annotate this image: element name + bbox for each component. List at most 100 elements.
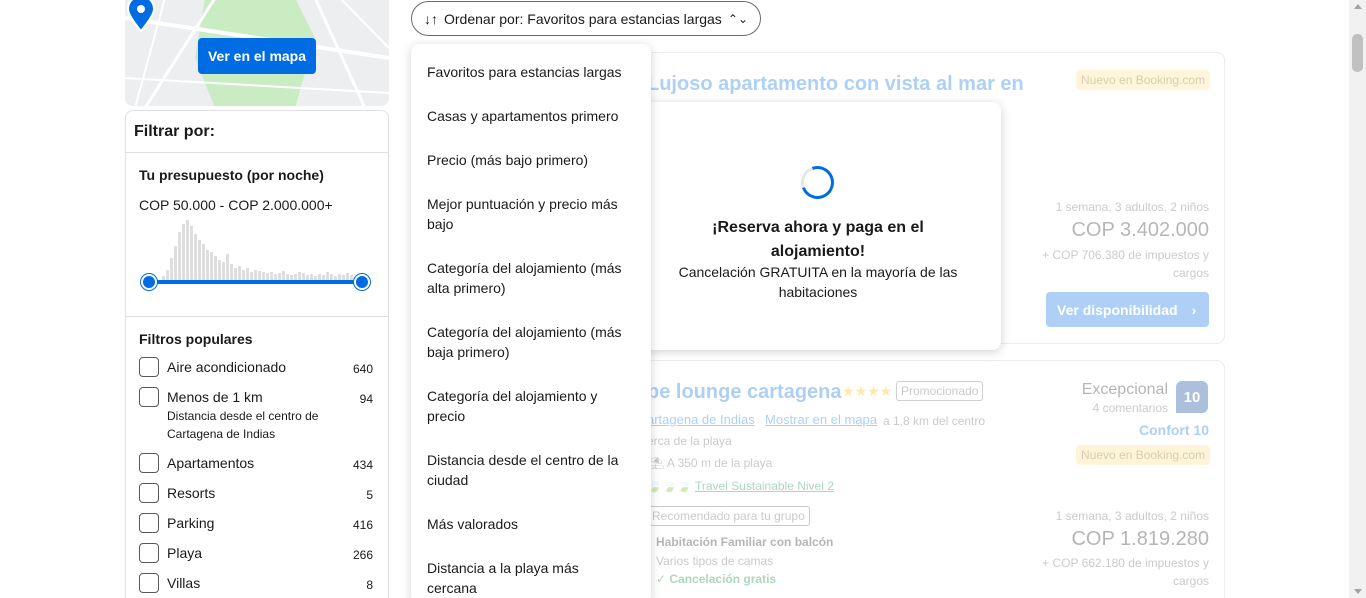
sort-option[interactable]: Casas y apartamentos primero xyxy=(427,106,632,126)
review-score[interactable]: 10 xyxy=(1176,381,1208,413)
histogram-bar xyxy=(202,244,205,280)
histogram-bar xyxy=(230,264,233,280)
filter-option[interactable]: Parking 416 xyxy=(139,513,375,533)
histogram-bar xyxy=(166,270,169,280)
histogram-bar xyxy=(298,272,301,280)
popular-filters: Filtros populares Aire acondicionado 640… xyxy=(126,317,388,593)
histogram-bar xyxy=(302,273,305,280)
histogram-bar xyxy=(266,273,269,280)
filter-count: 266 xyxy=(352,548,373,562)
histogram-bar xyxy=(238,266,241,280)
histogram-bar xyxy=(234,268,237,280)
checkbox[interactable] xyxy=(139,387,159,407)
checkbox[interactable] xyxy=(139,453,159,473)
property-title[interactable]: Lujoso apartamento con vista al mar en xyxy=(647,73,1024,96)
filter-count: 5 xyxy=(366,488,373,502)
property-card: be lounge cartagena ★★★★ Promocionado ar… xyxy=(628,360,1225,598)
filter-option[interactable]: Playa 266 xyxy=(139,543,375,563)
room-name: Habitación Familiar con balcón xyxy=(656,535,834,549)
histogram-bar xyxy=(178,232,181,280)
taxes: + COP 706.380 de impuestos y cargos xyxy=(1042,248,1209,280)
see-availability-button[interactable]: Ver disponibilidad › xyxy=(1046,292,1209,327)
histogram-bar xyxy=(258,271,261,280)
histogram-bar xyxy=(278,273,281,280)
free-cancellation-text: Cancelación gratis xyxy=(669,572,777,586)
sort-button[interactable]: ↓↑ Ordenar por: Favoritos para estancias… xyxy=(411,1,761,36)
sort-option[interactable]: Categoría del alojamiento y precio xyxy=(427,386,632,426)
sort-dropdown: Favoritos para estancias largas Casas y … xyxy=(411,44,651,598)
price: COP 1.819.280 xyxy=(1071,528,1209,550)
filter-option[interactable]: Resorts 5 xyxy=(139,483,375,503)
histogram-bar xyxy=(326,272,329,280)
sort-option[interactable]: Categoría del alojamiento (más alta prim… xyxy=(427,258,632,298)
show-on-map-link[interactable]: Mostrar en el mapa xyxy=(765,412,877,427)
sort-option[interactable]: Más valorados xyxy=(427,514,632,534)
scroll-thumb[interactable] xyxy=(1352,34,1363,72)
filter-sublabel: Distancia desde el centro de Cartagena d… xyxy=(167,409,319,441)
histogram-bar xyxy=(254,270,257,280)
price-slider-min-handle[interactable] xyxy=(141,274,157,290)
checkbox[interactable] xyxy=(139,483,159,503)
histogram-bar xyxy=(346,273,349,280)
sort-arrows-icon: ↓↑ xyxy=(424,10,438,27)
filter-label: Resorts xyxy=(167,485,216,501)
view-on-map-button[interactable]: Ver en el mapa xyxy=(198,38,316,74)
histogram-bar xyxy=(246,268,249,280)
score-word: Excepcional xyxy=(1081,381,1168,398)
taxes: + COP 662.180 de impuestos y cargos xyxy=(1042,556,1209,588)
stay-summary: 1 semana, 3 adultos, 2 niños xyxy=(1055,200,1209,214)
histogram-bar xyxy=(174,246,177,280)
see-availability-label: Ver disponibilidad xyxy=(1057,301,1178,318)
sort-option[interactable]: Distancia desde el centro de la ciudad xyxy=(427,450,632,490)
beach-text: erca de la playa xyxy=(647,434,732,448)
beach-distance: ⛱ A 350 m de la playa xyxy=(649,456,772,470)
filter-count: 640 xyxy=(352,362,373,376)
filter-count: 94 xyxy=(359,392,373,406)
histogram-bar xyxy=(262,272,265,280)
scroll-down-arrow-icon[interactable] xyxy=(1354,589,1362,594)
price-slider-max-handle[interactable] xyxy=(354,274,370,290)
checkbox[interactable] xyxy=(139,513,159,533)
filter-option[interactable]: Apartamentos 434 xyxy=(139,453,375,473)
filter-option[interactable]: Aire acondicionado 640 xyxy=(139,357,375,377)
popular-filters-heading: Filtros populares xyxy=(139,331,253,347)
filter-label: Playa xyxy=(167,545,203,561)
property-title[interactable]: be lounge cartagena xyxy=(647,381,842,404)
histogram-bar xyxy=(206,250,209,280)
sort-option[interactable]: Favoritos para estancias largas xyxy=(427,62,632,82)
sort-option[interactable]: Distancia a la playa más cercana xyxy=(427,558,632,598)
price: COP 3.402.000 xyxy=(1071,219,1209,241)
beach-icon: ⛱ xyxy=(649,456,667,470)
map-pin-icon xyxy=(126,0,156,32)
location-link[interactable]: artagena de Indias xyxy=(647,412,755,427)
chevron-updown-icon: ⌃⌄ xyxy=(727,11,748,26)
dialog-title: ¡Reserva ahora y paga en el alojamiento! xyxy=(712,219,924,260)
filter-count: 434 xyxy=(352,458,373,472)
page: Ver en el mapa Filtrar por: Tu presupues… xyxy=(0,0,1366,598)
map-preview[interactable]: Ver en el mapa xyxy=(125,0,389,106)
histogram-bar xyxy=(226,254,229,280)
histogram-bar xyxy=(170,258,173,280)
price-slider-track[interactable] xyxy=(148,280,362,284)
histogram-bar xyxy=(182,224,185,280)
scroll-up-arrow-icon[interactable] xyxy=(1354,4,1362,9)
histogram-bar xyxy=(198,240,201,280)
sort-option[interactable]: Categoría del alojamiento (más baja prim… xyxy=(427,322,632,362)
histogram-bar xyxy=(218,260,221,280)
page-scrollbar[interactable] xyxy=(1349,0,1366,598)
checkbox[interactable] xyxy=(139,573,159,593)
price-histogram xyxy=(162,218,382,280)
sort-option[interactable]: Precio (más bajo primero) xyxy=(427,150,632,170)
stay-summary: 1 semana, 3 adultos, 2 niños xyxy=(1055,509,1209,523)
checkbox[interactable] xyxy=(139,543,159,563)
checkbox[interactable] xyxy=(139,357,159,377)
filter-option[interactable]: Menos de 1 km Distancia desde el centro … xyxy=(139,387,375,443)
budget-heading: Tu presupuesto (por noche) xyxy=(139,167,324,183)
filter-label: Aire acondicionado xyxy=(167,359,287,375)
star-rating-icon: ★★★★ xyxy=(842,383,893,399)
filter-option[interactable]: Villas 8 xyxy=(139,573,375,593)
histogram-bar xyxy=(270,272,273,280)
budget-range-text: COP 50.000 - COP 2.000.000+ xyxy=(139,197,333,213)
sort-option[interactable]: Mejor puntuación y precio más bajo xyxy=(427,194,632,234)
new-badge: Nuevo en Booking.com xyxy=(1076,445,1211,465)
